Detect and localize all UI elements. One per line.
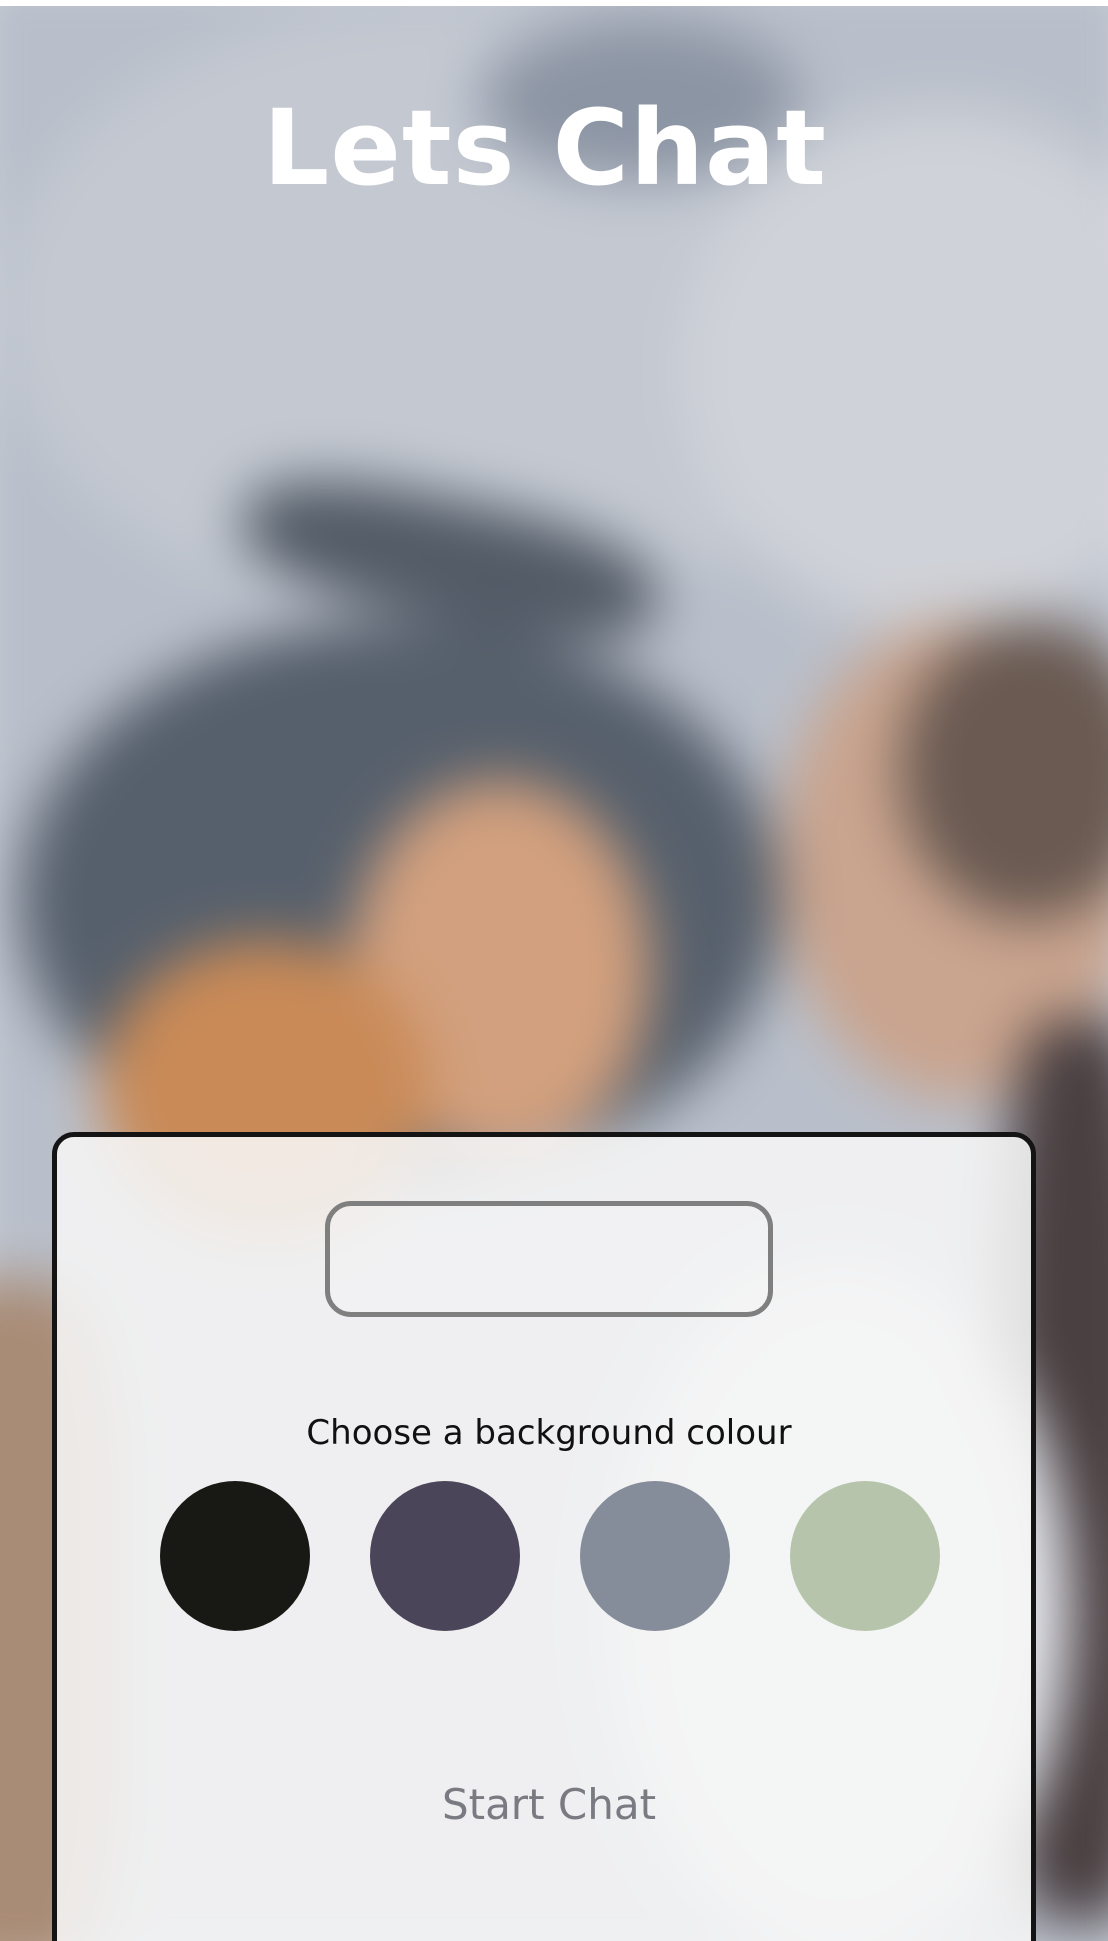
colour-swatch-sage-green[interactable] (790, 1481, 940, 1631)
colour-swatch-black[interactable] (160, 1481, 310, 1631)
colour-swatch-slate-grey[interactable] (580, 1481, 730, 1631)
chat-options-panel: Choose a background colour Start Chat (52, 1132, 1036, 1941)
choose-colour-label: Choose a background colour (306, 1413, 792, 1453)
app-title: Lets Chat (263, 86, 827, 209)
start-chat-button[interactable]: Start Chat (57, 1777, 1041, 1833)
status-strip (0, 0, 1108, 6)
colour-swatch-dark-purple[interactable] (370, 1481, 520, 1631)
start-screen: Lets Chat Choose a background colour Sta… (0, 0, 1108, 1941)
name-input[interactable] (325, 1201, 773, 1317)
